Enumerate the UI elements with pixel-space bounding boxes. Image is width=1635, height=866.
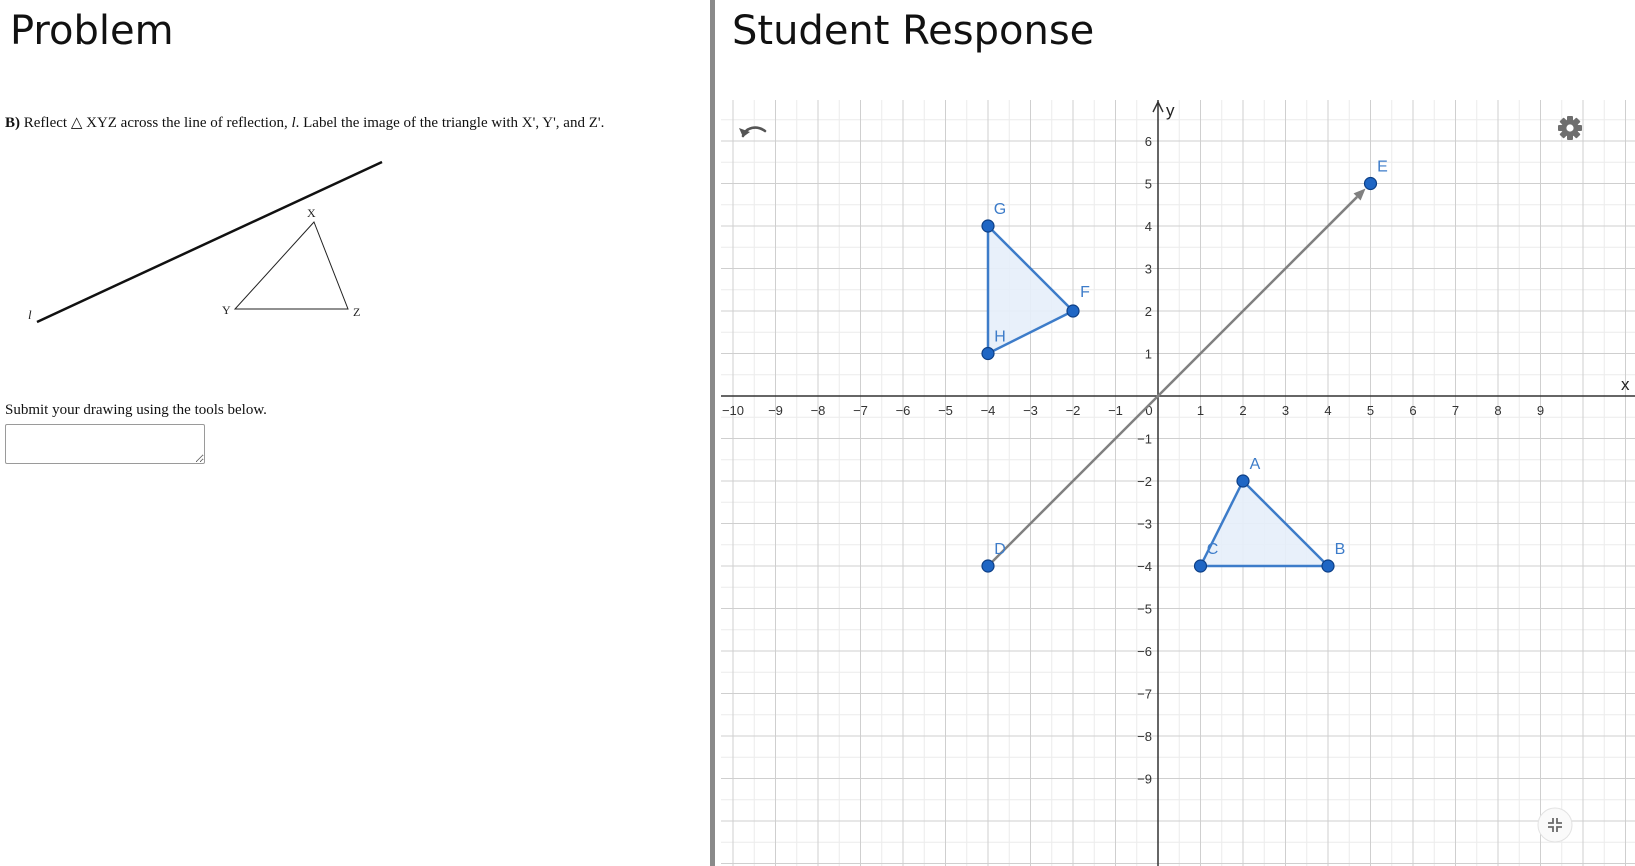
y-tick-label: −8 bbox=[1137, 729, 1152, 744]
question-part: B) bbox=[5, 115, 20, 131]
label-vertex-y: Y bbox=[222, 303, 231, 317]
y-tick-label: −2 bbox=[1137, 474, 1152, 489]
x-tick-label: 1 bbox=[1197, 403, 1204, 418]
problem-title: Problem bbox=[10, 8, 174, 54]
answer-input[interactable] bbox=[5, 424, 205, 464]
x-axis-name: x bbox=[1621, 375, 1630, 394]
x-tick-label: −7 bbox=[853, 403, 868, 418]
x-tick-label: −2 bbox=[1066, 403, 1081, 418]
y-tick-label: −6 bbox=[1137, 644, 1152, 659]
x-tick-label: −5 bbox=[938, 403, 953, 418]
x-tick-label: −9 bbox=[768, 403, 783, 418]
x-tick-label: −4 bbox=[981, 403, 996, 418]
y-axis-name: y bbox=[1166, 101, 1175, 120]
exit-fullscreen-icon[interactable] bbox=[1537, 807, 1573, 843]
submit-instructions: Submit your drawing using the tools belo… bbox=[5, 402, 267, 418]
point-a[interactable] bbox=[1236, 474, 1250, 488]
point-d[interactable] bbox=[981, 559, 995, 573]
y-tick-label: −3 bbox=[1137, 517, 1152, 532]
y-tick-label: 4 bbox=[1145, 219, 1152, 234]
x-tick-label: 2 bbox=[1239, 403, 1246, 418]
x-tick-label: −3 bbox=[1023, 403, 1038, 418]
x-tick-label: 3 bbox=[1282, 403, 1289, 418]
triangle-symbol: △ bbox=[70, 115, 83, 131]
x-tick-label: −1 bbox=[1108, 403, 1123, 418]
point-label-a: A bbox=[1250, 456, 1261, 473]
x-tick-label: 8 bbox=[1494, 403, 1501, 418]
coordinate-grid[interactable]: −10 −9 −8 −7 −6 −5 −4 −3 −2 −1 0 1 2 3 4 5 6 7 8 9 654321−1… bbox=[721, 100, 1635, 866]
response-title: Student Response bbox=[732, 8, 1095, 54]
y-tick-label: −9 bbox=[1137, 772, 1152, 787]
x-tick-label: −10 bbox=[722, 403, 744, 418]
point-f[interactable] bbox=[1066, 304, 1080, 318]
y-tick-label: −4 bbox=[1137, 559, 1152, 574]
triangle-xyz bbox=[233, 221, 349, 310]
point-e[interactable] bbox=[1363, 176, 1378, 191]
point-label-d: D bbox=[994, 541, 1006, 558]
problem-figure: l X Y Z bbox=[28, 160, 383, 324]
point-g[interactable] bbox=[981, 219, 995, 233]
settings-gear-icon[interactable] bbox=[1558, 116, 1582, 140]
label-vertex-z: Z bbox=[353, 305, 360, 319]
point-b[interactable] bbox=[1321, 559, 1335, 573]
x-tick-label: 9 bbox=[1537, 403, 1544, 418]
x-tick-label: 5 bbox=[1367, 403, 1374, 418]
vector-de[interactable] bbox=[987, 196, 1358, 567]
question-prompt: B) Reflect △ XYZ across the line of refl… bbox=[5, 115, 605, 131]
point-label-h: H bbox=[994, 329, 1006, 346]
x-tick-label: −6 bbox=[896, 403, 911, 418]
point-label-c: C bbox=[1207, 541, 1219, 558]
reflection-line bbox=[36, 160, 383, 324]
grid-major-lines bbox=[721, 100, 1635, 866]
point-label-b: B bbox=[1335, 541, 1346, 558]
y-tick-label: 1 bbox=[1145, 347, 1152, 362]
point-c[interactable] bbox=[1193, 559, 1208, 573]
x-tick-labels: −10 −9 −8 −7 −6 −5 −4 −3 −2 −1 0 1 2 3 4 5 6 7 8 9 bbox=[722, 403, 1544, 418]
label-line-l: l bbox=[28, 307, 32, 322]
point-label-f: F bbox=[1080, 284, 1090, 301]
y-tick-label: −5 bbox=[1137, 602, 1152, 617]
graphing-canvas[interactable]: −10 −9 −8 −7 −6 −5 −4 −3 −2 −1 0 1 2 3 4 5 6 7 8 9 6 5 4 3 2 1 −1… bbox=[721, 100, 1635, 866]
undo-icon[interactable] bbox=[739, 126, 767, 138]
x-tick-label: 4 bbox=[1324, 403, 1331, 418]
problem-pane: Problem B) Reflect △ XYZ across the line… bbox=[0, 0, 710, 866]
x-tick-label: 6 bbox=[1409, 403, 1416, 418]
x-tick-label: −8 bbox=[811, 403, 826, 418]
label-vertex-x: X bbox=[307, 206, 316, 220]
student-shapes[interactable] bbox=[986, 188, 1366, 568]
point-label-e: E bbox=[1377, 159, 1388, 176]
y-tick-label: 3 bbox=[1145, 262, 1152, 277]
y-tick-label: 5 bbox=[1145, 177, 1152, 192]
student-response-pane: Student Response −10 −9 −8 −7 −6 −5 −4 −3 −2 −1 0 1… bbox=[715, 0, 1635, 866]
y-tick-label: 6 bbox=[1145, 134, 1152, 149]
y-tick-label: −7 bbox=[1137, 687, 1152, 702]
y-tick-label: 2 bbox=[1145, 304, 1152, 319]
point-h[interactable] bbox=[981, 346, 995, 361]
y-tick-label: −1 bbox=[1137, 432, 1152, 447]
x-tick-label: 7 bbox=[1452, 403, 1459, 418]
point-label-g: G bbox=[994, 201, 1006, 218]
